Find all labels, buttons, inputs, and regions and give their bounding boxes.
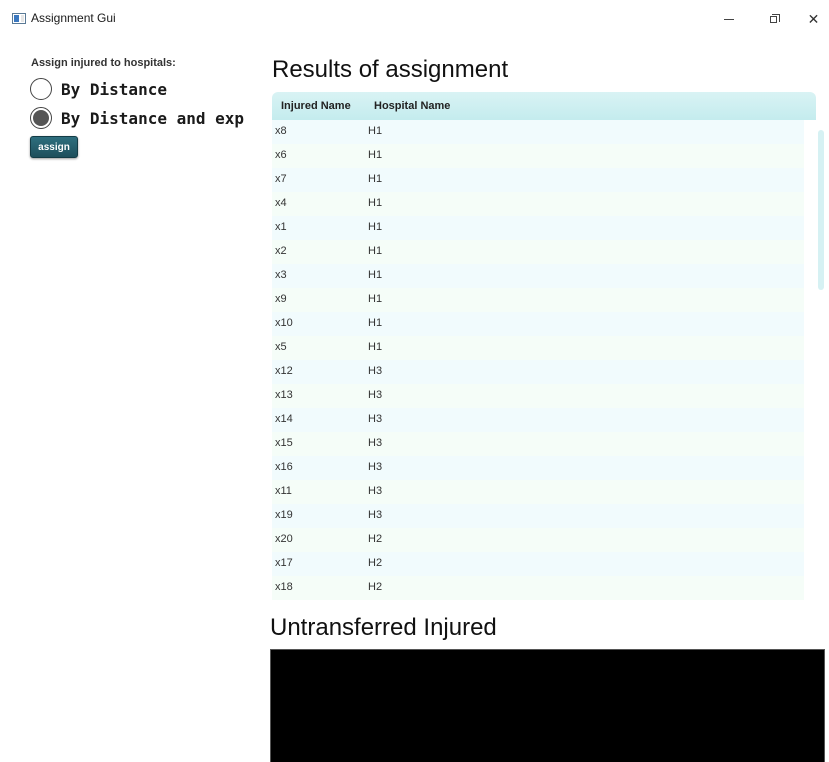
table-row[interactable]: x3 H1 [272, 264, 804, 288]
cell-injured-name: x3 [275, 269, 287, 281]
radio-label: By Distance [61, 79, 167, 99]
table-row[interactable]: x15 H3 [272, 432, 804, 456]
cell-hospital-name: H2 [368, 581, 383, 593]
cell-injured-name: x19 [275, 509, 293, 521]
minimize-icon[interactable] [706, 0, 752, 38]
cell-hospital-name: H3 [368, 365, 383, 377]
cell-hospital-name: H2 [368, 533, 383, 545]
untransferred-title: Untransferred Injured [270, 614, 497, 641]
cell-injured-name: x2 [275, 245, 287, 257]
cell-injured-name: x20 [275, 533, 293, 545]
results-title: Results of assignment [272, 56, 509, 83]
cell-injured-name: x13 [275, 389, 293, 401]
close-icon[interactable]: ✕ [798, 0, 829, 38]
table-row[interactable]: x4 H1 [272, 192, 804, 216]
cell-hospital-name: H3 [368, 437, 383, 449]
title-bar: Assignment Gui ✕ [0, 0, 829, 38]
cell-hospital-name: H1 [368, 341, 383, 353]
cell-injured-name: x18 [275, 581, 293, 593]
cell-hospital-name: H2 [368, 557, 383, 569]
cell-hospital-name: H1 [368, 221, 383, 233]
column-header-hospital[interactable]: Hospital Name [374, 100, 450, 112]
radio-by-distance-and-exp[interactable]: By Distance and exp [30, 106, 244, 130]
table-row[interactable]: x16 H3 [272, 456, 804, 480]
column-header-injured[interactable]: Injured Name [281, 100, 351, 112]
radio-by-distance[interactable]: By Distance [30, 77, 167, 101]
untransferred-list[interactable] [270, 649, 825, 762]
window-title: Assignment Gui [31, 11, 116, 25]
cell-injured-name: x8 [275, 125, 287, 137]
app-window-icon [12, 13, 26, 24]
cell-injured-name: x9 [275, 293, 287, 305]
cell-injured-name: x11 [275, 485, 292, 497]
cell-hospital-name: H3 [368, 509, 383, 521]
cell-hospital-name: H1 [368, 245, 383, 257]
table-scrollbar[interactable] [818, 130, 824, 290]
cell-hospital-name: H1 [368, 173, 383, 185]
cell-hospital-name: H1 [368, 149, 383, 161]
table-row[interactable]: x1 H1 [272, 216, 804, 240]
table-row[interactable]: x14 H3 [272, 408, 804, 432]
cell-hospital-name: H3 [368, 485, 383, 497]
table-row[interactable]: x19 H3 [272, 504, 804, 528]
cell-injured-name: x7 [275, 173, 287, 185]
table-row[interactable]: x8 H1 [272, 120, 804, 144]
cell-injured-name: x10 [275, 317, 293, 329]
cell-injured-name: x14 [275, 413, 293, 425]
cell-hospital-name: H3 [368, 461, 383, 473]
table-row[interactable]: x20 H2 [272, 528, 804, 552]
restore-icon[interactable] [752, 0, 798, 38]
cell-injured-name: x1 [275, 221, 287, 233]
cell-hospital-name: H1 [368, 125, 383, 137]
table-row[interactable]: x9 H1 [272, 288, 804, 312]
results-table[interactable]: Injured Name Hospital Name x8 H1 x6 H1 x7 H1 x… [272, 92, 824, 604]
cell-injured-name: x4 [275, 197, 287, 209]
assign-button[interactable]: assign [30, 136, 78, 158]
table-row[interactable]: x2 H1 [272, 240, 804, 264]
table-header: Injured Name Hospital Name [272, 92, 816, 120]
table-row[interactable]: x17 H2 [272, 552, 804, 576]
cell-hospital-name: H3 [368, 413, 383, 425]
table-row[interactable]: x18 H2 [272, 576, 804, 600]
cell-hospital-name: H1 [368, 317, 383, 329]
cell-hospital-name: H1 [368, 197, 383, 209]
cell-injured-name: x17 [275, 557, 293, 569]
cell-injured-name: x15 [275, 437, 293, 449]
cell-hospital-name: H1 [368, 269, 383, 281]
table-row[interactable]: x12 H3 [272, 360, 804, 384]
radio-circle-icon[interactable] [30, 78, 52, 100]
table-row[interactable]: x5 H1 [272, 336, 804, 360]
table-row[interactable]: x7 H1 [272, 168, 804, 192]
table-row[interactable]: x10 H1 [272, 312, 804, 336]
table-body: x8 H1 x6 H1 x7 H1 x4 H1 x1 H1 x2 H1 x3 H1 x9 H1 x10 H1 x5 H… [272, 120, 804, 600]
cell-injured-name: x5 [275, 341, 287, 353]
cell-injured-name: x16 [275, 461, 293, 473]
cell-hospital-name: H3 [368, 389, 383, 401]
cell-injured-name: x12 [275, 365, 293, 377]
cell-injured-name: x6 [275, 149, 287, 161]
assign-label: Assign injured to hospitals: [31, 57, 176, 69]
radio-label: By Distance and exp [61, 108, 245, 128]
table-row[interactable]: x6 H1 [272, 144, 804, 168]
cell-hospital-name: H1 [368, 293, 383, 305]
radio-selected-icon[interactable] [30, 107, 52, 129]
table-row[interactable]: x11 H3 [272, 480, 804, 504]
table-row[interactable]: x13 H3 [272, 384, 804, 408]
